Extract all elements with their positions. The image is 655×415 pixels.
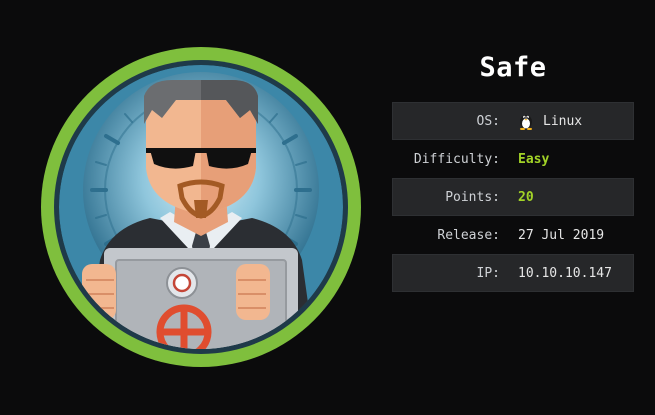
- ip-label: IP:: [476, 265, 500, 281]
- info-row-ip: IP: 10.10.10.147: [392, 254, 634, 292]
- os-value-wrap: Linux: [500, 112, 582, 130]
- info-row-release: Release: 27 Jul 2019: [392, 216, 634, 254]
- machine-title: Safe: [479, 52, 547, 83]
- os-label: OS:: [476, 113, 500, 129]
- info-row-os: OS: Linux: [392, 102, 634, 140]
- tux-penguin-icon: [519, 115, 533, 130]
- machine-info-table: OS: Linux Difficulty: Easy Points: 20 Re…: [392, 102, 634, 292]
- points-label: Points:: [445, 189, 500, 205]
- difficulty-value: Easy: [518, 151, 550, 167]
- release-label: Release:: [437, 227, 500, 243]
- points-value: 20: [518, 189, 534, 205]
- release-value: 27 Jul 2019: [518, 227, 605, 243]
- difficulty-label: Difficulty:: [413, 151, 500, 167]
- os-value: Linux: [543, 113, 583, 129]
- info-row-points: Points: 20: [392, 178, 634, 216]
- ip-value: 10.10.10.147: [518, 265, 612, 281]
- info-row-difficulty: Difficulty: Easy: [392, 140, 634, 178]
